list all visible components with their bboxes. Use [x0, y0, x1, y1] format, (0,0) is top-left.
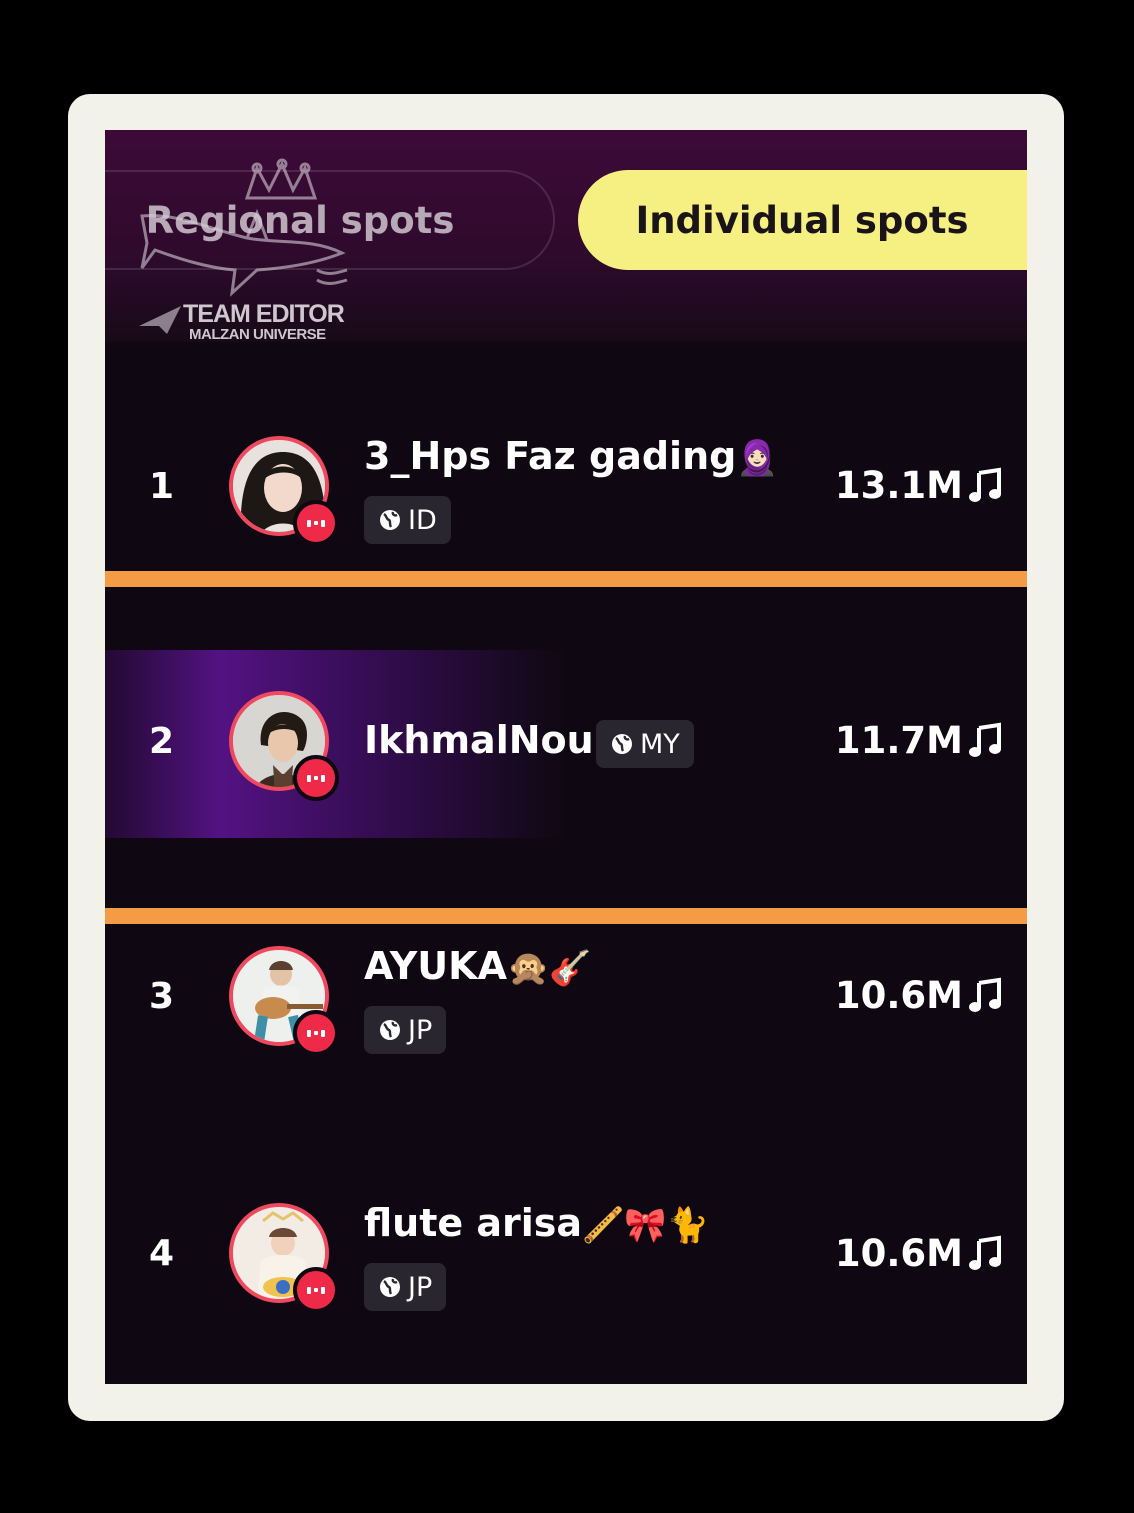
- tabs-bar: Regional spots Individual spots TEAM EDI…: [105, 130, 1027, 342]
- live-badge-icon: [293, 1267, 339, 1313]
- tab-individual-label: Individual spots: [635, 198, 969, 242]
- rank-number: 3: [149, 976, 175, 1017]
- tab-individual-spots[interactable]: Individual spots: [578, 170, 1027, 270]
- music-note-icon: [969, 467, 1001, 502]
- live-badge-icon: [293, 500, 339, 546]
- region-badge: ID: [364, 496, 451, 544]
- score-value: 13.1M: [835, 464, 1005, 507]
- music-note-icon: [969, 1235, 1001, 1270]
- region-badge: JP: [364, 1263, 447, 1311]
- rank-number: 2: [149, 721, 175, 762]
- user-avatar[interactable]: [229, 436, 339, 546]
- globe-icon: [612, 734, 632, 754]
- user-avatar[interactable]: [229, 1203, 339, 1313]
- live-badge-icon: [293, 755, 339, 801]
- username[interactable]: flute arisa🪈🎀🐈: [364, 1201, 709, 1246]
- score-value: 11.7M: [835, 719, 1005, 762]
- row-divider: [105, 908, 1027, 924]
- region-badge: JP: [364, 1006, 447, 1054]
- rank-number: 4: [149, 1233, 175, 1274]
- user-avatar[interactable]: [229, 946, 339, 1056]
- username[interactable]: IkhmalNour: [364, 718, 612, 762]
- score-value: 10.6M: [835, 1232, 1005, 1275]
- music-note-icon: [969, 722, 1001, 757]
- globe-icon: [380, 510, 400, 530]
- username[interactable]: AYUKA🙊🎸: [364, 944, 592, 989]
- user-avatar[interactable]: [229, 691, 339, 801]
- globe-icon: [380, 1020, 400, 1040]
- live-badge-icon: [293, 1010, 339, 1056]
- row-divider: [105, 571, 1027, 587]
- leaderboard-screen: Regional spots Individual spots TEAM EDI…: [105, 130, 1027, 1384]
- watermark-text: TEAM EDITOR MALZAN UNIVERSE: [183, 300, 345, 343]
- globe-icon: [380, 1277, 400, 1297]
- rank-number: 1: [149, 466, 175, 507]
- score-value: 10.6M: [835, 974, 1005, 1017]
- region-badge: MY: [596, 720, 694, 768]
- username[interactable]: 3_Hps Faz gading🧕🏻: [364, 434, 779, 479]
- music-note-icon: [969, 977, 1001, 1012]
